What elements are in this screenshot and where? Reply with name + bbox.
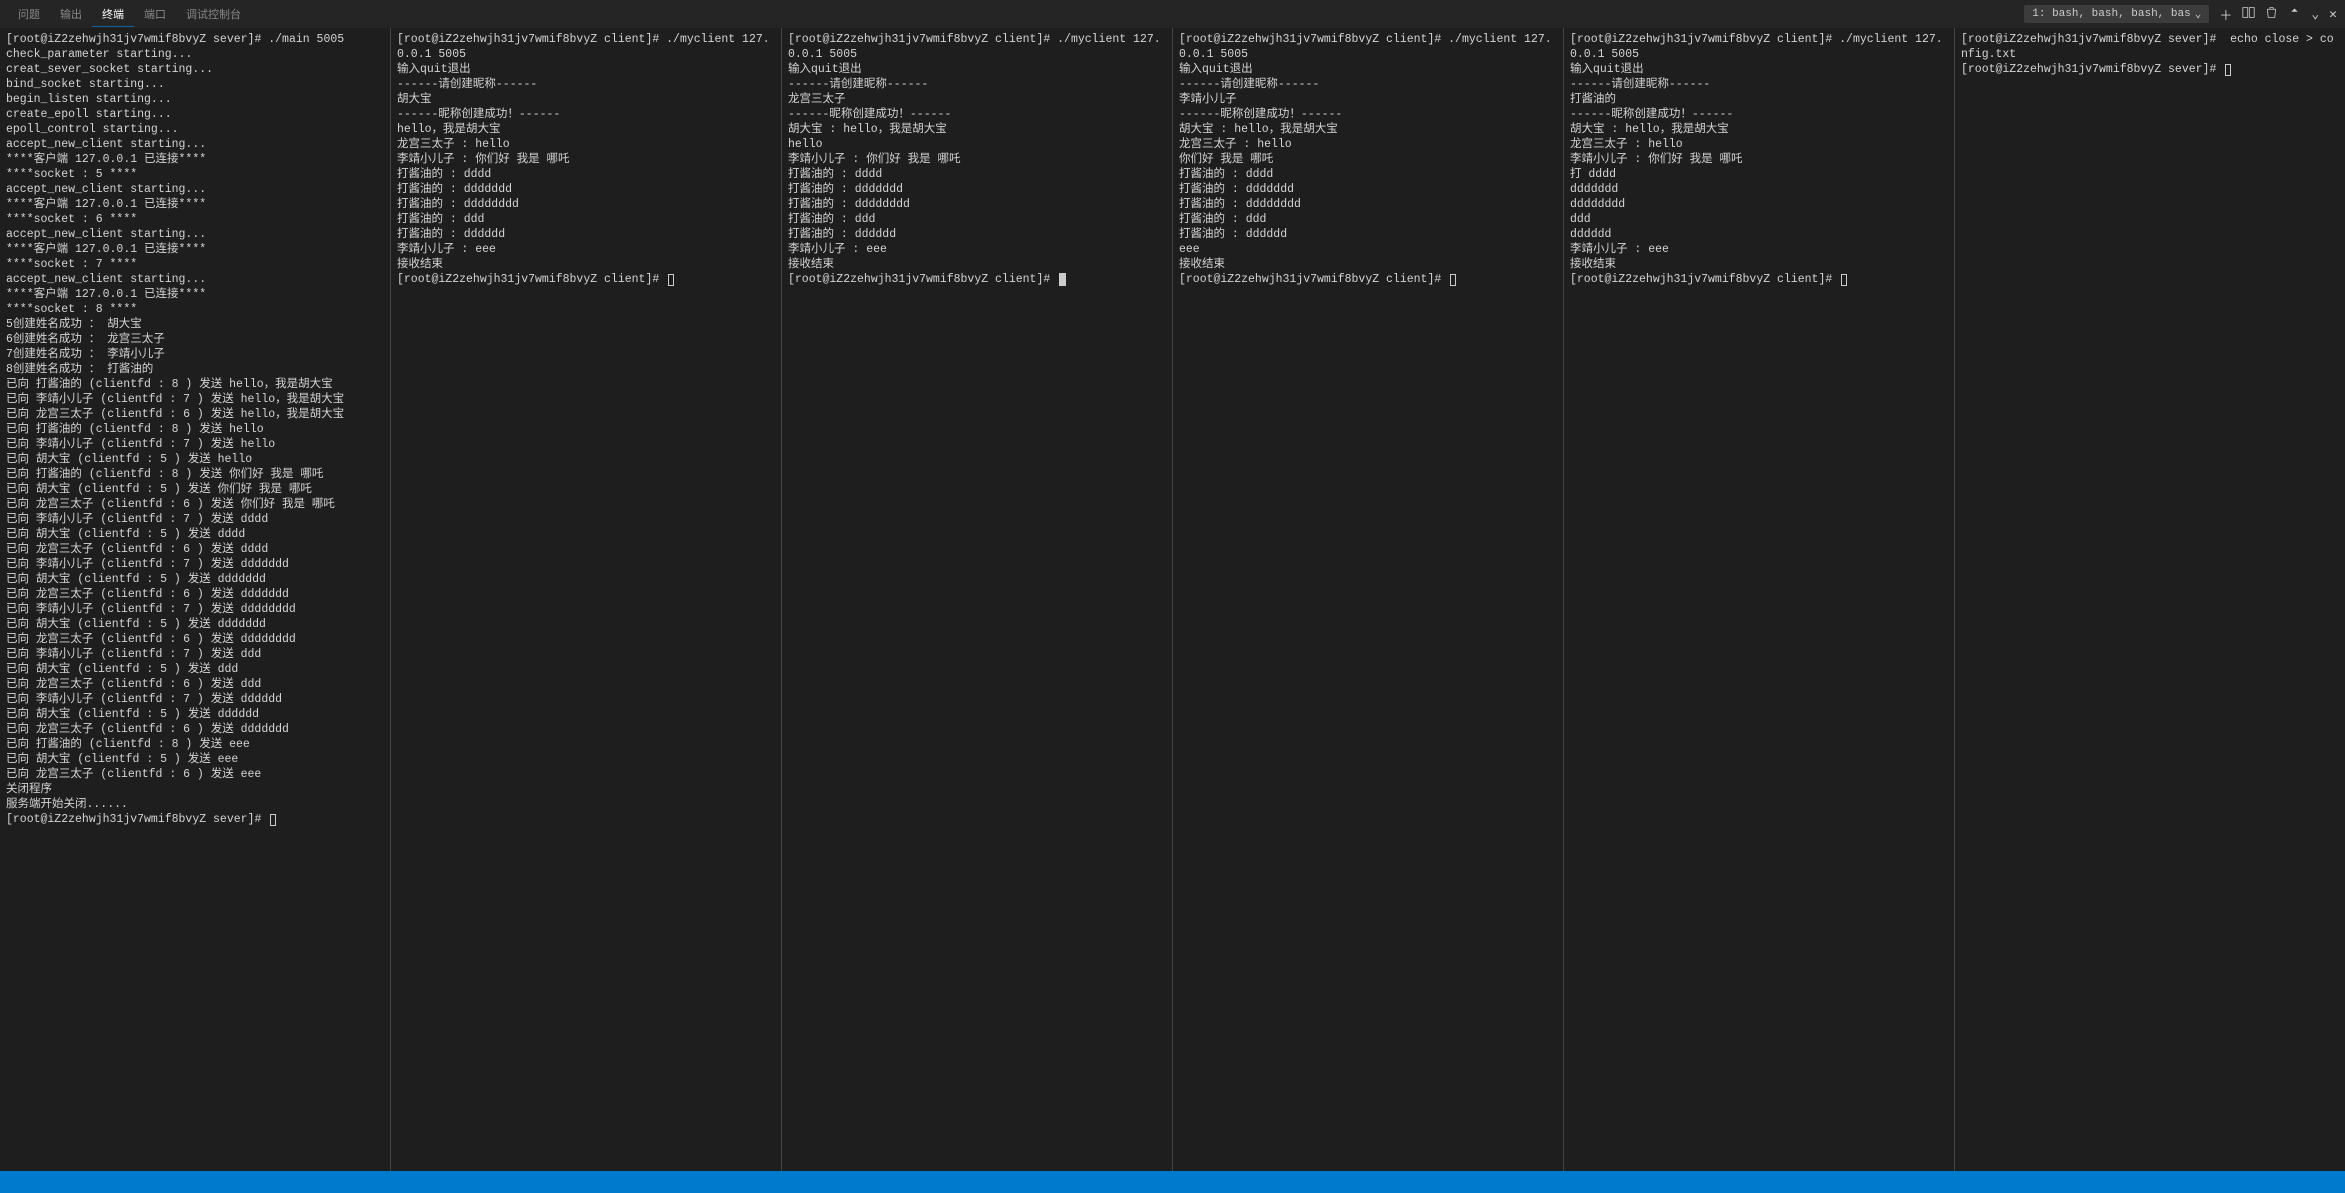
split-terminal-icon[interactable]	[2242, 6, 2255, 23]
tab-problems[interactable]: 问题	[8, 2, 50, 26]
status-bar	[0, 1171, 2345, 1193]
terminal-cursor	[1450, 274, 1456, 286]
tab-debug-console[interactable]: 调试控制台	[176, 2, 251, 26]
terminal-pane-4[interactable]: [root@iZ2zehwjh31jv7wmif8bvyZ client]# .…	[1173, 28, 1564, 1171]
tab-terminal[interactable]: 终端	[92, 2, 134, 27]
chevron-down-icon: ⌄	[2195, 7, 2202, 21]
terminal-pane-2[interactable]: [root@iZ2zehwjh31jv7wmif8bvyZ client]# .…	[391, 28, 782, 1171]
close-panel-icon[interactable]: ✕	[2329, 7, 2337, 22]
terminal-selector-dropdown[interactable]: 1: bash, bash, bash, bas ⌄	[2024, 5, 2209, 23]
terminal-selector-label: 1: bash, bash, bash, bas	[2032, 8, 2190, 20]
chevron-down-icon[interactable]: ⌄	[2311, 7, 2319, 22]
tab-ports[interactable]: 端口	[134, 2, 176, 26]
terminal-panes: [root@iZ2zehwjh31jv7wmif8bvyZ sever]# ./…	[0, 28, 2345, 1171]
terminal-pane-6[interactable]: [root@iZ2zehwjh31jv7wmif8bvyZ sever]# ec…	[1955, 28, 2345, 1171]
terminal-cursor	[1841, 274, 1847, 286]
tab-output[interactable]: 输出	[50, 2, 92, 26]
new-terminal-icon[interactable]: ＋	[2219, 5, 2232, 24]
terminal-pane-1[interactable]: [root@iZ2zehwjh31jv7wmif8bvyZ sever]# ./…	[0, 28, 391, 1171]
terminal-cursor	[1059, 273, 1066, 286]
terminal-cursor	[668, 274, 674, 286]
terminal-pane-5[interactable]: [root@iZ2zehwjh31jv7wmif8bvyZ client]# .…	[1564, 28, 1955, 1171]
terminal-cursor	[270, 814, 276, 826]
trash-icon[interactable]	[2265, 6, 2278, 23]
terminal-pane-3[interactable]: [root@iZ2zehwjh31jv7wmif8bvyZ client]# .…	[782, 28, 1173, 1171]
terminal-cursor	[2225, 64, 2231, 76]
panel-tabbar: 问题 输出 终端 端口 调试控制台 1: bash, bash, bash, b…	[0, 0, 2345, 28]
maximize-panel-icon[interactable]	[2288, 6, 2301, 23]
